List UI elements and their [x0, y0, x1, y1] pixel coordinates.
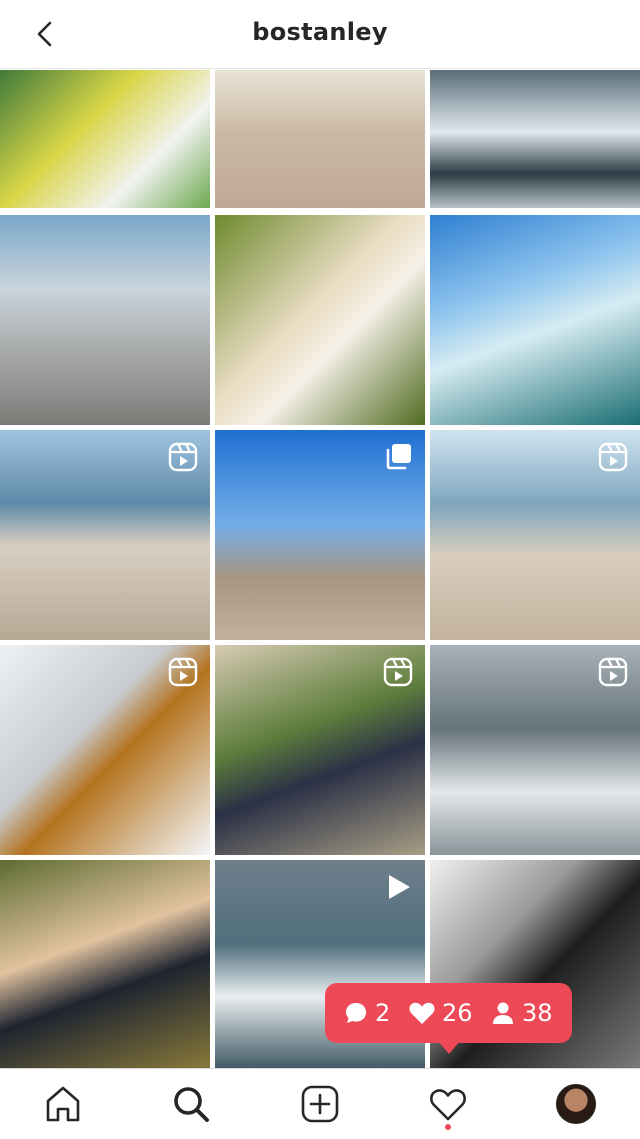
reel-icon	[168, 657, 198, 687]
home-icon[interactable]	[42, 1083, 84, 1125]
activity-heart-icon[interactable]	[427, 1083, 469, 1125]
search-icon[interactable]	[170, 1083, 212, 1125]
new-post-icon[interactable]	[299, 1083, 341, 1125]
reel-icon	[168, 442, 198, 472]
grid-post-thumbnail[interactable]	[430, 215, 640, 425]
activity-notification-dot	[445, 1124, 451, 1130]
video-icon	[383, 872, 413, 902]
grid-post-thumbnail[interactable]	[0, 645, 210, 855]
grid-post-thumbnail[interactable]	[430, 430, 640, 640]
activity-notification-toast[interactable]: 2 26 38	[325, 983, 572, 1043]
likes-count-group: 26	[408, 997, 473, 1029]
person-icon	[493, 1002, 513, 1024]
grid-post-thumbnail[interactable]	[0, 860, 210, 1070]
grid-post-thumbnail[interactable]	[215, 70, 425, 208]
bottom-tab-bar	[0, 1068, 640, 1139]
grid-post-thumbnail[interactable]	[0, 215, 210, 425]
profile-username-title: bostanley	[252, 18, 388, 46]
follows-count: 38	[522, 999, 553, 1027]
likes-count: 26	[442, 999, 473, 1027]
grid-post-thumbnail[interactable]	[0, 70, 210, 208]
toast-pointer	[437, 1040, 461, 1054]
grid-post-thumbnail[interactable]	[0, 430, 210, 640]
comments-count: 2	[375, 999, 391, 1027]
comments-count-group: 2	[343, 997, 390, 1029]
profile-avatar[interactable]	[556, 1084, 596, 1124]
comment-icon	[346, 1003, 366, 1023]
grid-post-thumbnail[interactable]	[430, 70, 640, 208]
reel-icon	[598, 657, 628, 687]
grid-post-thumbnail[interactable]	[215, 430, 425, 640]
grid-post-thumbnail[interactable]	[215, 215, 425, 425]
follows-count-group: 38	[490, 997, 553, 1029]
heart-icon	[409, 1002, 435, 1024]
reel-icon	[598, 442, 628, 472]
grid-post-thumbnail[interactable]	[215, 645, 425, 855]
app-header: bostanley	[0, 0, 640, 69]
reel-icon	[383, 657, 413, 687]
carousel-icon	[383, 442, 413, 472]
grid-post-thumbnail[interactable]	[430, 645, 640, 855]
